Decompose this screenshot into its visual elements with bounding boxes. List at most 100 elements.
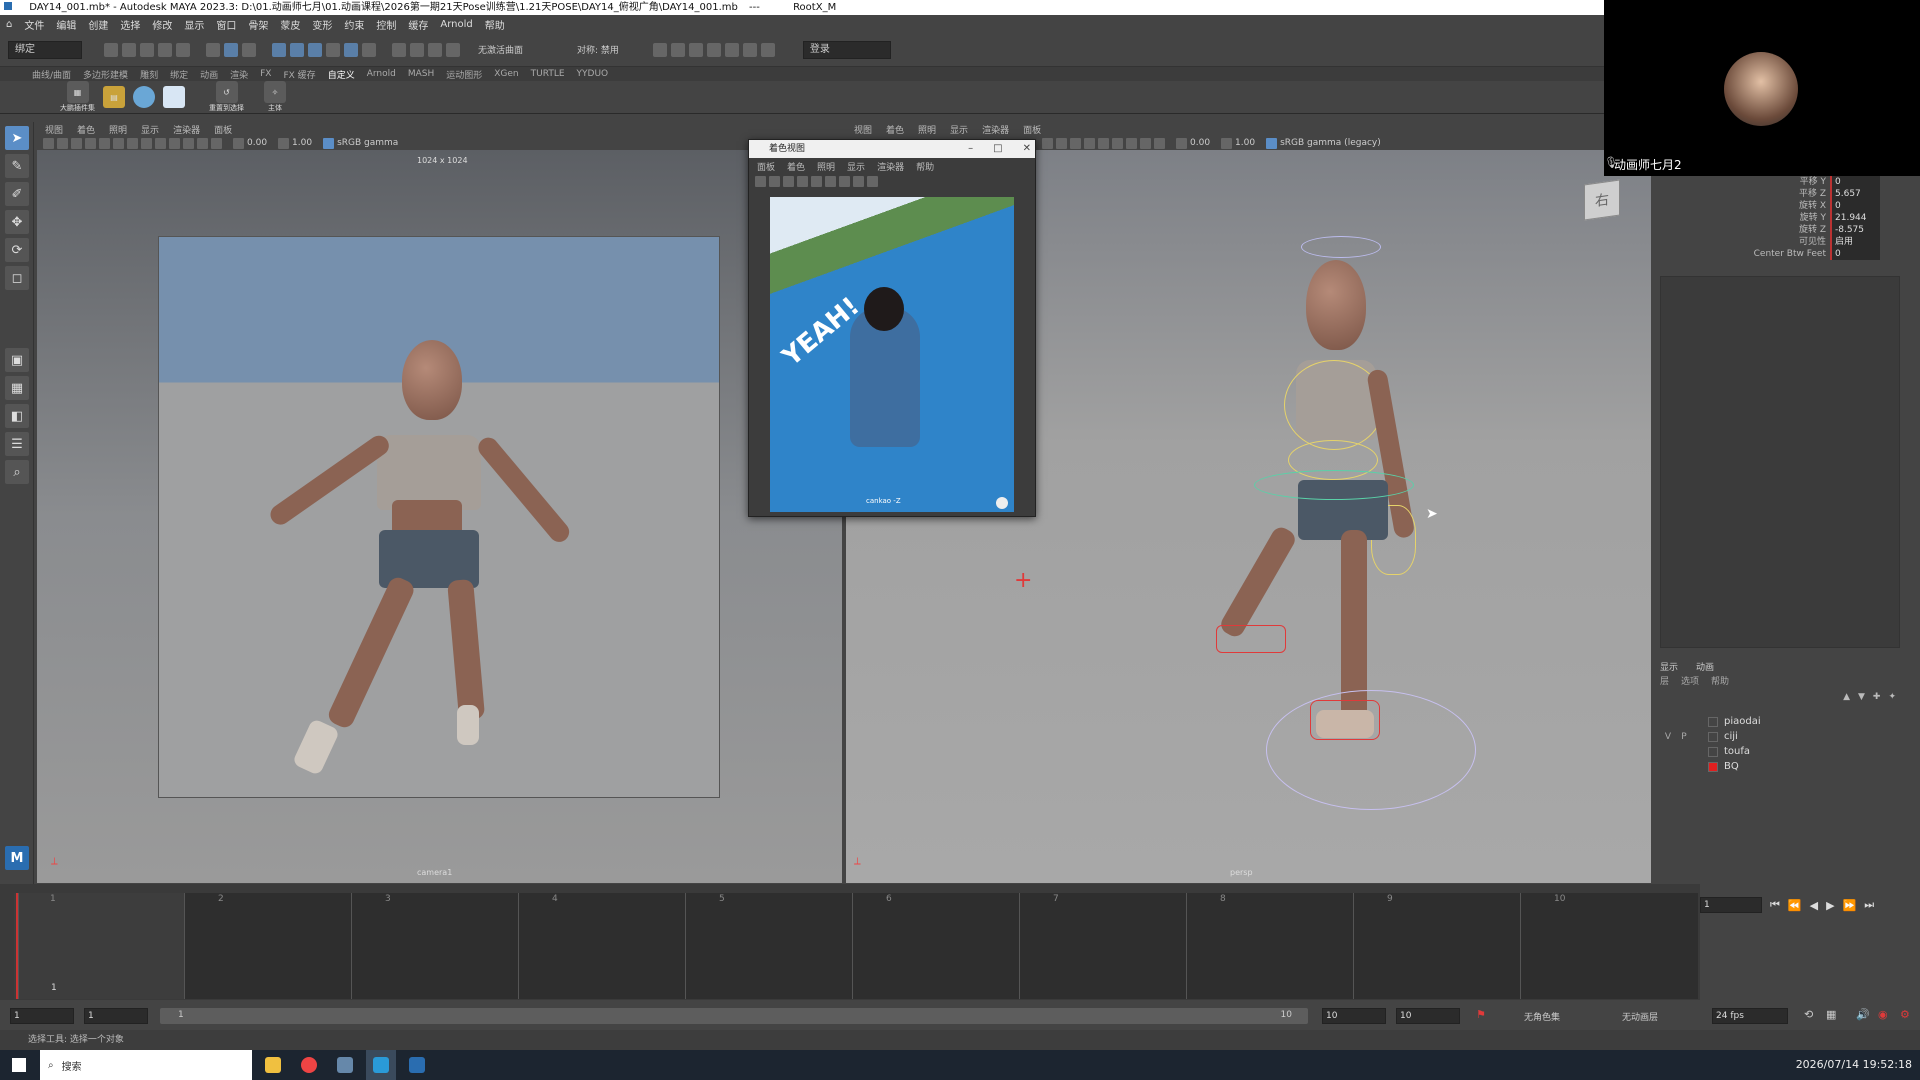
snap-point-icon[interactable] xyxy=(308,42,322,57)
output-icon[interactable] xyxy=(428,42,442,57)
menu-edit[interactable]: 编辑 xyxy=(56,17,76,32)
ref-menu-renderer[interactable]: 渲染器 xyxy=(877,160,904,173)
right-film-gate-icon[interactable] xyxy=(1056,137,1067,149)
shelf-tab-yyduo[interactable]: YYDUO xyxy=(577,69,609,79)
sphere-icon[interactable] xyxy=(133,86,155,108)
attr-value[interactable]: 21.944 xyxy=(1830,212,1880,224)
move-layer-down-icon[interactable]: ▼ xyxy=(1858,692,1865,702)
render-sequence-icon[interactable] xyxy=(670,42,685,57)
outliner-layout-icon[interactable]: ☰ xyxy=(5,432,29,456)
color-mgmt-icon[interactable] xyxy=(323,137,335,149)
snap-view-icon[interactable] xyxy=(326,42,340,57)
search-icon[interactable]: ⌕ xyxy=(5,460,29,484)
channel-attr-row[interactable]: 平移 Y 0 xyxy=(1658,176,1920,188)
render-settings-icon[interactable] xyxy=(706,42,721,57)
layer-visibility[interactable]: V xyxy=(1660,732,1676,742)
snap-grid-icon[interactable] xyxy=(272,42,286,57)
right-smooth-icon[interactable] xyxy=(1084,137,1095,149)
ref-shadow-icon[interactable] xyxy=(839,175,850,187)
ref-grid-icon[interactable] xyxy=(769,175,780,187)
right-textured-icon[interactable] xyxy=(1098,137,1109,149)
right-menu-view[interactable]: 视图 xyxy=(854,123,872,136)
step-back-key-icon[interactable]: ⏪ xyxy=(1788,899,1802,912)
layer-tab-anim[interactable]: 动画 xyxy=(1696,660,1714,674)
right-exposure-value[interactable]: 0.00 xyxy=(1190,138,1210,148)
layer-row[interactable]: piaodai xyxy=(1660,714,1900,729)
shelf-tab-rendering[interactable]: 渲染 xyxy=(230,68,248,81)
right-wireframe-icon[interactable] xyxy=(1070,137,1081,149)
shelf-tab-poly[interactable]: 多边形建模 xyxy=(83,68,128,81)
rotate-tool-icon[interactable]: ⟳ xyxy=(5,238,29,262)
layer-row[interactable]: BQ xyxy=(1660,759,1900,774)
select-component-icon[interactable] xyxy=(242,42,256,57)
open-scene-icon[interactable] xyxy=(122,42,136,57)
two-view-icon[interactable]: ◧ xyxy=(5,404,29,428)
wireframe-icon[interactable] xyxy=(127,137,138,149)
four-view-icon[interactable]: ▦ xyxy=(5,376,29,400)
minimize-icon[interactable]: – xyxy=(968,140,973,158)
select-tool-icon[interactable]: ➤ xyxy=(5,126,29,150)
layer-name[interactable]: toufa xyxy=(1724,746,1750,757)
left-menu-show[interactable]: 显示 xyxy=(141,123,159,136)
ref-menu-shading[interactable]: 着色 xyxy=(787,160,805,173)
ref-camera-icon[interactable] xyxy=(755,175,766,187)
ref-xray-icon[interactable] xyxy=(853,175,864,187)
select-hierarchy-icon[interactable] xyxy=(206,42,220,57)
viewcube[interactable]: 右 xyxy=(1584,179,1620,221)
menu-windows[interactable]: 窗口 xyxy=(216,17,236,32)
left-exposure-value[interactable]: 0.00 xyxy=(247,138,267,148)
single-view-icon[interactable]: ▣ xyxy=(5,348,29,372)
layer-playback[interactable]: P xyxy=(1676,732,1692,742)
layer-name[interactable]: BQ xyxy=(1724,761,1739,772)
anim-end-field[interactable]: 10 xyxy=(1322,1008,1386,1024)
prefs-icon[interactable]: ▦ xyxy=(1826,1008,1836,1021)
channel-attr-row[interactable]: 平移 Z 5.657 xyxy=(1658,188,1920,200)
right-exposure-icon[interactable] xyxy=(1176,137,1187,149)
anim-layer-label[interactable]: 无动画层 xyxy=(1622,1010,1658,1023)
ref-light-icon[interactable] xyxy=(825,175,836,187)
menu-skin[interactable]: 蒙皮 xyxy=(280,17,300,32)
layer-color-swatch[interactable] xyxy=(1708,761,1718,772)
pause-icon[interactable] xyxy=(760,42,775,57)
app-icon[interactable] xyxy=(330,1050,360,1080)
layer-color-swatch[interactable] xyxy=(1708,716,1718,727)
left-menu-view[interactable]: 视图 xyxy=(45,123,63,136)
ref-wire-icon[interactable] xyxy=(783,175,794,187)
attr-value[interactable]: 启用 xyxy=(1830,236,1880,248)
shelf-tab-sculpt[interactable]: 雕刻 xyxy=(140,68,158,81)
right-isolate-icon[interactable] xyxy=(1154,137,1165,149)
bookmark-icon[interactable] xyxy=(71,137,82,149)
layer-name[interactable]: piaodai xyxy=(1724,716,1761,727)
left-menu-shading[interactable]: 着色 xyxy=(77,123,95,136)
home-icon[interactable]: ⌂ xyxy=(6,19,12,30)
right-menu-lighting[interactable]: 照明 xyxy=(918,123,936,136)
locator-red-2[interactable]: + xyxy=(1014,568,1032,593)
character-model-left[interactable] xyxy=(266,340,597,780)
shadows-icon[interactable] xyxy=(183,137,194,149)
history-icon[interactable] xyxy=(392,42,406,57)
windows-start-icon[interactable] xyxy=(12,1058,26,1072)
ref-settings-icon[interactable] xyxy=(996,497,1008,509)
symmetry-label[interactable]: 对称: 禁用 xyxy=(577,43,619,56)
left-menu-lighting[interactable]: 照明 xyxy=(109,123,127,136)
shelf-tab-arnold[interactable]: Arnold xyxy=(367,69,396,79)
sound-icon[interactable]: 🔊 xyxy=(1856,1008,1870,1021)
taskbar-search[interactable]: ⌕ 搜索 xyxy=(40,1050,252,1080)
save-scene-icon[interactable] xyxy=(140,42,154,57)
right-menu-panels[interactable]: 面板 xyxy=(1023,123,1041,136)
menu-create[interactable]: 创建 xyxy=(88,17,108,32)
select-object-icon[interactable] xyxy=(224,42,238,57)
layer-row[interactable]: toufa xyxy=(1660,744,1900,759)
lasso-tool-icon[interactable]: ✎ xyxy=(5,154,29,178)
live-surface-label[interactable]: 无激活曲面 xyxy=(478,43,523,56)
left-menu-panels[interactable]: 面板 xyxy=(214,123,232,136)
step-forward-key-icon[interactable]: ⏩ xyxy=(1843,899,1857,912)
go-to-start-icon[interactable]: ⏮ xyxy=(1770,898,1780,912)
ref-isolate-icon[interactable] xyxy=(867,175,878,187)
shelf-tab-custom[interactable]: 自定义 xyxy=(328,68,355,81)
ref-smooth-icon[interactable] xyxy=(797,175,808,187)
shelf-tab-mash[interactable]: MASH xyxy=(408,69,434,79)
login-dropdown[interactable]: 登录 xyxy=(802,40,891,59)
foot-ik-back[interactable] xyxy=(1216,625,1286,653)
attr-value[interactable]: 5.657 xyxy=(1830,188,1880,200)
